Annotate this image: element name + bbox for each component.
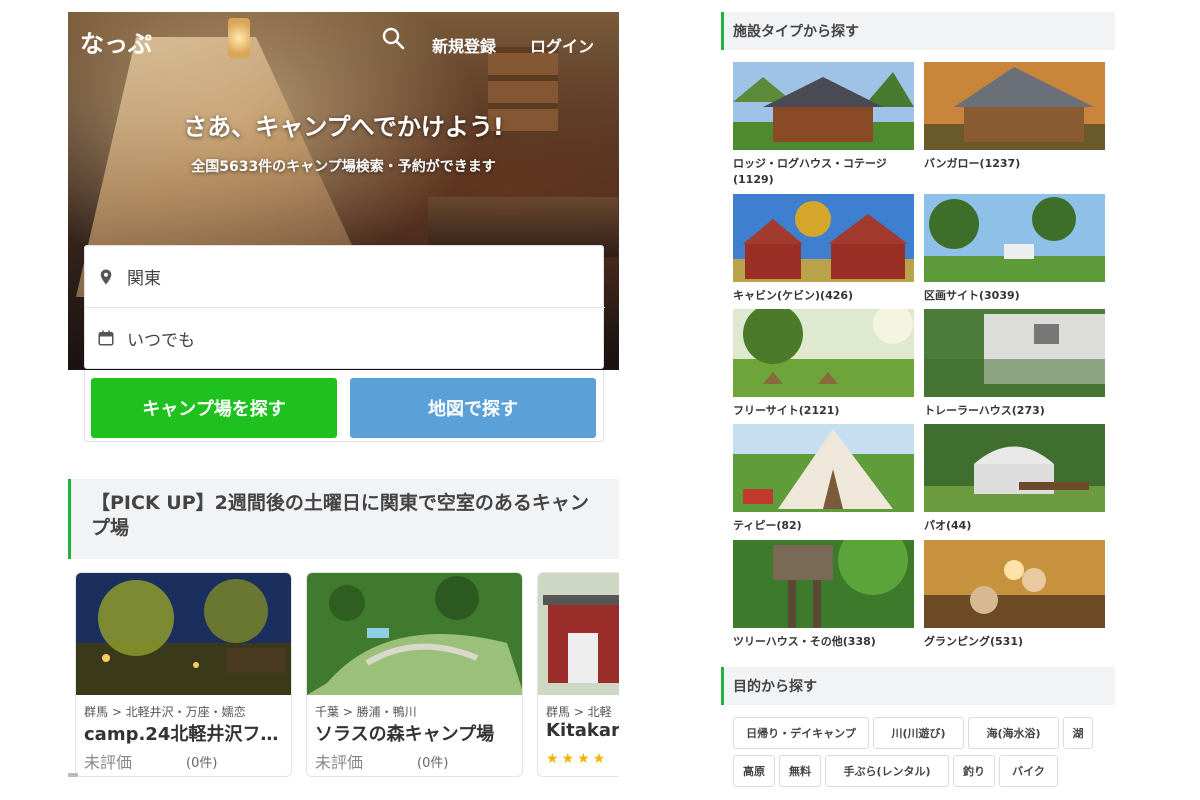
facility-type-heading: 施設タイプから探す [721, 12, 1115, 50]
facility-lodge[interactable]: ロッジ・ログハウス・コテージ(1129) [733, 62, 914, 188]
area-field[interactable]: 関東 [85, 246, 605, 307]
pickup-carousel[interactable]: 群馬 > 北軽井沢・万座・嬬恋 camp.24北軽井沢フ… 未評価 (0件) 千… [68, 572, 619, 787]
card-star-rating: ★★★★ [546, 751, 609, 767]
hero-title: さあ、キャンプへでかけよう! [183, 113, 504, 141]
purpose-heading: 目的から探す [721, 667, 1115, 705]
facility-label: フリーサイト(2121) [733, 404, 840, 417]
area-value: 関東 [127, 269, 161, 289]
mobile-top-page: なっぷ 新規登録 ログイン さあ、キャンプへでかけよう! 全国5633件のキャン… [68, 12, 619, 800]
card-rating: 未評価 [315, 753, 364, 772]
date-field[interactable]: いつでも [85, 307, 605, 368]
facility-label: キャビン(ケビン)(426) [733, 289, 854, 302]
campsite-card[interactable]: 群馬 > 北軽 Kitakar ★★★★ [537, 572, 619, 777]
campsite-photo [538, 573, 619, 695]
facility-glamping[interactable]: グランピング(531) [924, 540, 1105, 650]
card-rating: 未評価 [84, 753, 133, 772]
facility-photo [733, 525, 914, 628]
facility-photo [733, 62, 914, 150]
hero-subtitle: 全国5633件のキャンプ場検索・予約ができます [191, 159, 496, 175]
card-area: 群馬 > 北軽 [546, 705, 612, 719]
purpose-tag-free[interactable]: 無料 [779, 755, 821, 787]
facility-photo [733, 304, 914, 397]
search-actions: キャンプ場を探す 地図で探す [84, 370, 604, 442]
campsite-card[interactable]: 千葉 > 勝浦・鴨川 ソラスの森キャンプ場 未評価 (0件) [306, 572, 523, 777]
pickup-heading: 【PICK UP】2週間後の土曜日に関東で空室のあるキャンプ場 [68, 479, 619, 559]
facility-photo [924, 194, 1105, 282]
site-logo[interactable]: なっぷ [80, 24, 152, 59]
facility-label: バンガロー(1237) [924, 157, 1021, 170]
calendar-icon [98, 330, 114, 346]
register-link[interactable]: 新規登録 [432, 33, 496, 57]
facility-tipi[interactable]: ティピー(82) [733, 424, 914, 534]
login-link[interactable]: ログイン [530, 33, 594, 57]
campsite-photo [76, 573, 291, 695]
facility-label: ティピー(82) [733, 519, 802, 532]
purpose-tag-bike[interactable]: バイク [999, 755, 1058, 787]
facility-label: グランピング(531) [924, 635, 1024, 648]
location-pin-icon [100, 269, 112, 284]
card-review-count: (0件) [417, 756, 449, 771]
facility-pao[interactable]: パオ(44) [924, 424, 1105, 534]
purpose-tag-day-camp[interactable]: 日帰り・デイキャンプ [733, 717, 869, 749]
purpose-tag-fishing[interactable]: 釣り [953, 755, 995, 787]
purpose-tag-rental[interactable]: 手ぶら(レンタル) [825, 755, 949, 787]
facility-photo [924, 309, 1105, 397]
date-value: いつでも [127, 330, 195, 351]
facility-photo [924, 540, 1105, 628]
map-search-button[interactable]: 地図で探す [350, 378, 596, 438]
facility-photo [733, 194, 914, 282]
purpose-tag-lake[interactable]: 湖 [1063, 717, 1093, 749]
card-title: ソラスの森キャンプ場 [315, 724, 495, 745]
card-title: Kitakar [546, 720, 619, 741]
campsite-card[interactable]: 群馬 > 北軽井沢・万座・嬬恋 camp.24北軽井沢フ… 未評価 (0件) [75, 572, 292, 777]
card-area: 千葉 > 勝浦・鴨川 [315, 705, 417, 719]
site-header: なっぷ 新規登録 ログイン [68, 12, 619, 68]
carousel-scrollbar[interactable] [68, 773, 78, 777]
facility-label: ツリーハウス・その他(338) [733, 635, 876, 648]
purpose-tag-sea[interactable]: 海(海水浴) [968, 717, 1059, 749]
facility-label: 区画サイト(3039) [924, 289, 1020, 302]
facility-tree-house[interactable]: ツリーハウス・その他(338) [733, 525, 914, 650]
facility-label: ロッジ・ログハウス・コテージ(1129) [733, 157, 887, 186]
card-review-count: (0件) [186, 756, 218, 771]
mobile-category-page: 施設タイプから探す ロッジ・ログハウス・コテージ(1129) バンガロー(123… [721, 12, 1115, 800]
facility-bungalow[interactable]: バンガロー(1237) [924, 62, 1105, 172]
card-title: camp.24北軽井沢フ… [84, 724, 279, 745]
facility-trailer-house[interactable]: トレーラーハウス(273) [924, 309, 1105, 419]
facility-cabin[interactable]: キャビン(ケビン)(426) [733, 194, 914, 304]
facility-photo [924, 424, 1105, 512]
find-campsite-button[interactable]: キャンプ場を探す [91, 378, 337, 438]
search-form: 関東 いつでも [84, 245, 605, 369]
facility-photo [924, 62, 1105, 150]
campsite-photo [307, 573, 522, 695]
facility-free-site[interactable]: フリーサイト(2121) [733, 304, 914, 419]
facility-label: トレーラーハウス(273) [924, 404, 1045, 417]
purpose-tag-river[interactable]: 川(川遊び) [873, 717, 964, 749]
facility-label: パオ(44) [924, 519, 972, 532]
purpose-tag-highland[interactable]: 高原 [733, 755, 775, 787]
search-icon[interactable] [381, 26, 405, 50]
card-area: 群馬 > 北軽井沢・万座・嬬恋 [84, 705, 246, 719]
facility-photo [733, 424, 914, 512]
facility-site[interactable]: 区画サイト(3039) [924, 194, 1105, 304]
